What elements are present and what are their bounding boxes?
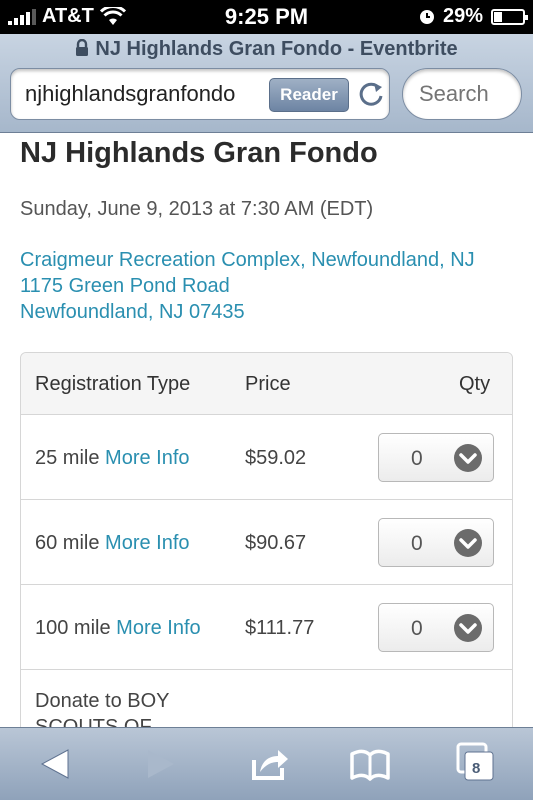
lock-icon — [76, 39, 89, 56]
tab-count: 8 — [472, 760, 481, 777]
row-price: $59.02 — [245, 447, 307, 469]
page-title-bar: NJ Highlands Gran Fondo - Eventbrite — [0, 38, 533, 61]
battery-icon — [491, 8, 528, 25]
quantity-value: 0 — [411, 532, 423, 555]
table-row: 25 mile More Info $59.02 0 — [21, 415, 512, 500]
url-text[interactable]: njhighlandsgranfondo — [25, 81, 265, 107]
row-type-label: 100 mile — [35, 617, 111, 639]
browser-chrome: NJ Highlands Gran Fondo - Eventbrite njh… — [0, 34, 533, 133]
registration-type: 25 mile More Info — [35, 447, 190, 470]
more-info-link[interactable]: More Info — [105, 447, 189, 469]
table-row: 100 mile More Info $111.77 0 — [21, 585, 512, 670]
row-price: $90.67 — [245, 532, 307, 554]
donate-line-2: SCOUTS OF — [35, 716, 152, 727]
event-address[interactable]: Craigmeur Recreation Complex, Newfoundla… — [20, 247, 475, 325]
quantity-select[interactable]: 0 — [378, 518, 494, 567]
quantity-select[interactable]: 0 — [378, 603, 494, 652]
chevron-down-icon — [454, 444, 482, 472]
page-title: NJ Highlands Gran Fondo - Eventbrite — [95, 38, 458, 60]
header-price: Price — [245, 373, 291, 395]
battery-percent: 29% — [442, 5, 483, 27]
search-bar[interactable] — [402, 68, 522, 120]
city-link[interactable]: Newfoundland, NJ 07435 — [20, 299, 475, 325]
table-header: Registration Type Price Qty — [21, 353, 512, 415]
quantity-value: 0 — [411, 617, 423, 640]
status-right: 29% — [419, 5, 528, 28]
quantity-value: 0 — [411, 447, 423, 470]
header-registration-type: Registration Type — [35, 373, 191, 395]
venue-link[interactable]: Craigmeur Recreation Complex, Newfoundla… — [20, 247, 475, 273]
back-arrow-icon[interactable] — [34, 744, 78, 784]
street-link[interactable]: 1175 Green Pond Road — [20, 273, 475, 299]
reload-icon[interactable] — [357, 79, 385, 109]
header-qty: Qty — [459, 373, 491, 395]
more-info-link[interactable]: More Info — [116, 617, 200, 639]
row-type-label: 25 mile — [35, 447, 100, 469]
event-title: NJ Highlands Gran Fondo — [20, 137, 378, 169]
bookmarks-icon[interactable] — [348, 744, 392, 784]
quantity-select[interactable]: 0 — [378, 433, 494, 482]
donate-line-1: Donate to BOY — [35, 690, 170, 712]
registration-type: 100 mile More Info — [35, 617, 201, 640]
search-input[interactable] — [419, 81, 515, 107]
row-price: $111.77 — [245, 617, 315, 639]
table-row: 60 mile More Info $90.67 0 — [21, 500, 512, 585]
chevron-down-icon — [454, 614, 482, 642]
chevron-down-icon — [454, 529, 482, 557]
event-date: Sunday, June 9, 2013 at 7:30 AM (EDT) — [20, 198, 374, 220]
more-info-link[interactable]: More Info — [105, 532, 189, 554]
browser-toolbar: 8 — [0, 727, 533, 800]
status-bar: AT&T 9:25 PM 29% — [0, 0, 533, 34]
forward-arrow-icon[interactable] — [138, 744, 182, 784]
alarm-icon — [419, 9, 434, 24]
donate-label: Donate to BOY SCOUTS OF — [35, 688, 170, 727]
web-content: NJ Highlands Gran Fondo Sunday, June 9, … — [0, 133, 533, 727]
reader-button[interactable]: Reader — [269, 78, 349, 112]
registration-type: 60 mile More Info — [35, 532, 190, 555]
address-bar[interactable]: njhighlandsgranfondo Reader — [10, 68, 390, 120]
share-icon[interactable] — [248, 744, 292, 784]
tabs-icon[interactable]: 8 — [456, 742, 496, 784]
row-type-label: 60 mile — [35, 532, 100, 554]
ticket-table: Registration Type Price Qty 25 mile More… — [20, 352, 513, 727]
